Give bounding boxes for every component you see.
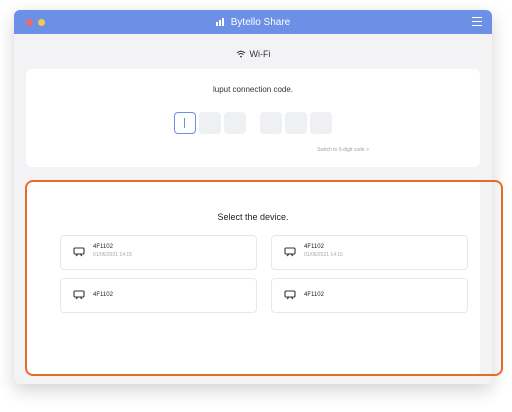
connection-code-prompt: luput connection code. xyxy=(212,85,294,94)
code-digit-6[interactable] xyxy=(310,112,332,134)
code-input-group xyxy=(174,112,335,134)
code-digit-5[interactable] xyxy=(285,112,307,134)
window-title-text: Bytello Share xyxy=(230,16,291,28)
code-digit-4[interactable] xyxy=(260,112,282,134)
code-separator xyxy=(249,112,260,134)
bytello-logo-icon xyxy=(215,18,226,26)
window-title: Bytello Share xyxy=(14,10,492,34)
device-panel-highlight xyxy=(25,180,503,376)
menu-icon[interactable] xyxy=(472,17,482,27)
title-bar: Bytello Share xyxy=(14,10,492,34)
code-digit-3[interactable] xyxy=(224,112,246,134)
code-digit-2[interactable] xyxy=(199,112,221,134)
connection-code-panel: luput connection code. Switch to 6-digit… xyxy=(26,69,480,167)
network-status: Wi-Fi xyxy=(14,47,492,61)
code-digit-1[interactable] xyxy=(174,112,196,134)
network-label: Wi-Fi xyxy=(249,49,271,59)
wifi-icon xyxy=(236,50,245,58)
switch-code-length-link[interactable]: Switch to 6-digit code > xyxy=(317,147,369,153)
